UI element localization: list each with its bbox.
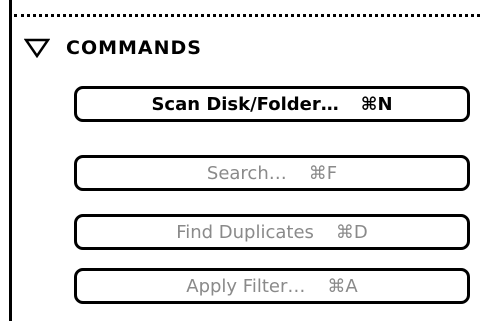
keyboard-shortcut: ⌘F <box>308 162 338 184</box>
section-title: COMMANDS <box>66 37 202 59</box>
search-button[interactable]: Search… ⌘F <box>74 155 470 191</box>
dotted-separator <box>14 14 480 17</box>
button-label: Search… <box>206 162 287 184</box>
keyboard-shortcut: ⌘D <box>335 221 368 243</box>
keyboard-shortcut: ⌘A <box>327 275 358 297</box>
button-label: Apply Filter… <box>186 275 306 297</box>
triangle-down-outline-icon[interactable] <box>24 37 50 59</box>
panel-left-border <box>9 0 12 321</box>
commands-section-header[interactable]: COMMANDS <box>24 34 202 62</box>
button-label: Find Duplicates <box>176 221 314 243</box>
find-duplicates-button[interactable]: Find Duplicates ⌘D <box>74 214 470 250</box>
apply-filter-button[interactable]: Apply Filter… ⌘A <box>74 268 470 304</box>
keyboard-shortcut: ⌘N <box>360 93 393 115</box>
scan-disk-folder-button[interactable]: Scan Disk/Folder… ⌘N <box>74 86 470 122</box>
button-label: Scan Disk/Folder… <box>151 93 339 115</box>
